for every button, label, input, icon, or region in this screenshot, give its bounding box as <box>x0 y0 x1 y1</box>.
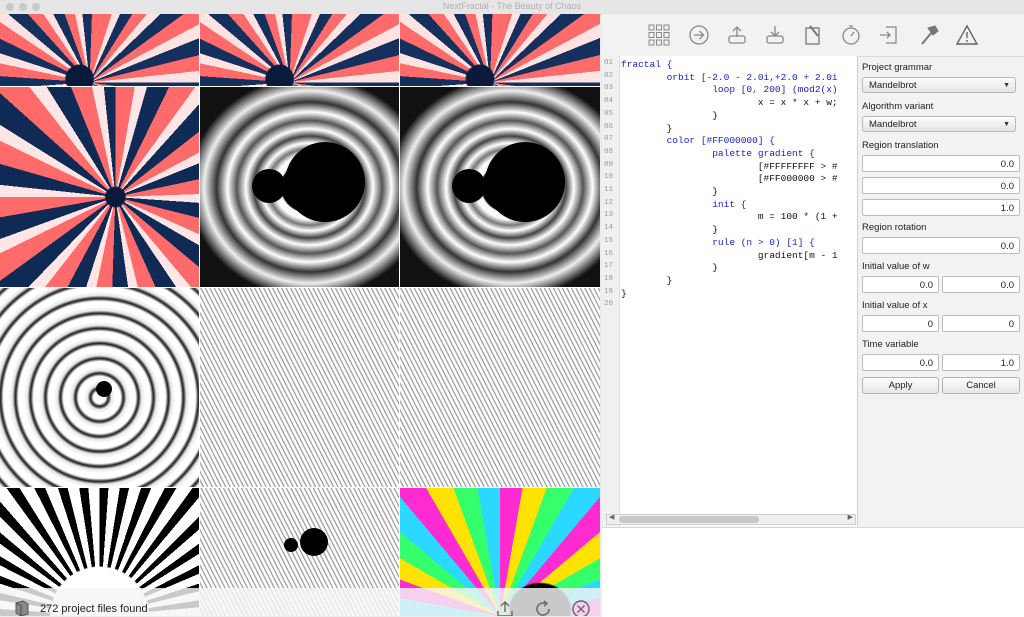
line-number: 04 <box>604 97 614 106</box>
variant-select[interactable]: Mandelbrot ▼ <box>862 116 1016 132</box>
rotation-label: Region rotation <box>862 222 927 233</box>
line-number: 17 <box>604 262 614 271</box>
time-start-field[interactable]: 0.0 <box>862 354 939 371</box>
line-number: 05 <box>604 109 614 118</box>
variant-value: Mandelbrot <box>869 119 917 130</box>
line-number: 06 <box>604 122 614 131</box>
code-line[interactable]: } <box>621 288 627 300</box>
grammar-value: Mandelbrot <box>869 80 917 91</box>
chevron-down-icon: ▼ <box>1003 121 1010 128</box>
project-gallery[interactable]: 272 project files found <box>0 14 600 616</box>
w-imag-field[interactable]: 0.0 <box>942 276 1020 293</box>
line-number: 08 <box>604 147 614 156</box>
line-number: 15 <box>604 236 614 245</box>
w-label: Initial value of w <box>862 261 930 272</box>
build-icon[interactable] <box>916 22 942 48</box>
title-bar: NextFractal - The Beauty of Chaos <box>0 0 1024 15</box>
time-end-field[interactable]: 1.0 <box>942 354 1020 371</box>
code-line[interactable]: rule (n > 0) [1] { <box>621 237 815 249</box>
time-label: Time variable <box>862 339 919 350</box>
fractal-thumbnail[interactable] <box>200 14 399 86</box>
w-real-field[interactable]: 0.0 <box>862 276 939 293</box>
line-number: 18 <box>604 274 614 283</box>
code-line[interactable]: } <box>621 123 673 135</box>
line-number: 11 <box>604 186 614 194</box>
cancel-button[interactable]: Cancel <box>942 377 1020 394</box>
scrollbar-thumb[interactable] <box>619 516 759 523</box>
project-count-label: 272 project files found <box>40 603 148 615</box>
code-line[interactable]: } <box>621 110 718 122</box>
rotation-field[interactable]: 0.0 <box>862 237 1020 254</box>
x-label: Initial value of x <box>862 300 928 311</box>
toolbar <box>602 14 1024 57</box>
code-line[interactable]: } <box>621 186 718 198</box>
fractal-thumbnail[interactable] <box>400 87 600 287</box>
edit-icon[interactable] <box>800 22 826 48</box>
code-line[interactable]: } <box>621 224 718 236</box>
jump-icon[interactable] <box>686 22 712 48</box>
refresh-icon[interactable] <box>532 598 554 616</box>
line-number: 02 <box>604 71 614 80</box>
line-number: 14 <box>604 224 614 233</box>
code-line[interactable]: init { <box>621 199 746 211</box>
code-line[interactable]: fractal { <box>621 59 672 71</box>
stop-icon[interactable] <box>570 598 592 616</box>
translation-label: Region translation <box>862 140 939 151</box>
export-icon[interactable] <box>494 598 516 616</box>
render-panel <box>602 527 1024 617</box>
line-number: 10 <box>604 173 614 182</box>
code-line[interactable]: } <box>621 262 718 274</box>
code-line[interactable]: loop [0, 200] (mod2(x) <box>621 84 837 96</box>
chevron-down-icon: ▼ <box>1003 82 1010 89</box>
code-editor[interactable]: 01 02 03 04 05 06 07 08 09 10 11 12 13 14 15 16 17 18 19 20… <box>602 56 858 526</box>
timer-icon[interactable] <box>838 22 864 48</box>
x-real-field[interactable]: 0 <box>862 315 939 332</box>
grammar-select[interactable]: Mandelbrot ▼ <box>862 77 1016 93</box>
gallery-footer: 272 project files found <box>0 588 600 616</box>
x-imag-field[interactable]: 0 <box>942 315 1020 332</box>
line-number: 12 <box>604 198 614 207</box>
grid-icon[interactable] <box>646 22 672 48</box>
line-gutter: 01 02 03 04 05 06 07 08 09 10 11 12 13 14 15 16 17 18 19 20 <box>602 56 620 526</box>
code-line[interactable]: [#FF000000 > # <box>621 173 838 185</box>
variant-label: Algorithm variant <box>862 101 934 112</box>
translation-y-field[interactable]: 0.0 <box>862 177 1020 194</box>
apply-button[interactable]: Apply <box>862 377 939 394</box>
fractal-thumbnail[interactable] <box>400 288 600 487</box>
line-number: 13 <box>604 211 614 220</box>
line-number: 16 <box>604 249 614 258</box>
code-line[interactable]: [#FFFFFFFF > # <box>621 161 838 173</box>
line-number: 01 <box>604 59 614 67</box>
warning-icon[interactable] <box>954 22 980 48</box>
code-line[interactable]: palette gradient { <box>621 148 815 160</box>
browser-icon[interactable] <box>12 598 32 616</box>
line-number: 19 <box>604 287 614 296</box>
editor-panel: 01 02 03 04 05 06 07 08 09 10 11 12 13 14 15 16 17 18 19 20… <box>602 14 1024 617</box>
export-icon[interactable] <box>724 22 750 48</box>
fractal-thumbnail[interactable] <box>400 14 600 86</box>
grammar-label: Project grammar <box>862 62 933 73</box>
fractal-thumbnail[interactable] <box>0 87 199 287</box>
parameters-panel: Project grammar Mandelbrot ▼ Algorithm v… <box>860 56 1024 526</box>
fractal-thumbnail[interactable] <box>0 14 199 86</box>
code-line[interactable]: orbit [-2.0 - 2.0i,+2.0 + 2.0i <box>621 72 838 84</box>
code-line[interactable]: x = x * x + w; <box>621 97 838 109</box>
fractal-thumbnail[interactable] <box>200 87 399 287</box>
code-line[interactable]: m = 100 * (1 + <box>621 211 838 223</box>
open-icon[interactable] <box>876 22 902 48</box>
code-line[interactable]: color [#FF000000] { <box>621 135 775 147</box>
fractal-thumbnail[interactable] <box>0 288 199 487</box>
line-number: 09 <box>604 160 614 169</box>
translation-x-field[interactable]: 0.0 <box>862 155 1020 172</box>
code-line[interactable]: } <box>621 275 673 287</box>
fractal-thumbnail[interactable] <box>200 288 399 487</box>
code-line[interactable]: gradient[m - 1 <box>621 250 838 262</box>
import-icon[interactable] <box>762 22 788 48</box>
translation-z-field[interactable]: 1.0 <box>862 199 1020 216</box>
window-title: NextFractal - The Beauty of Chaos <box>442 1 582 11</box>
line-number: 20 <box>604 300 614 309</box>
horizontal-scrollbar[interactable]: ◀ ▶ <box>606 514 856 525</box>
line-number: 07 <box>604 135 614 144</box>
line-number: 03 <box>604 84 614 93</box>
